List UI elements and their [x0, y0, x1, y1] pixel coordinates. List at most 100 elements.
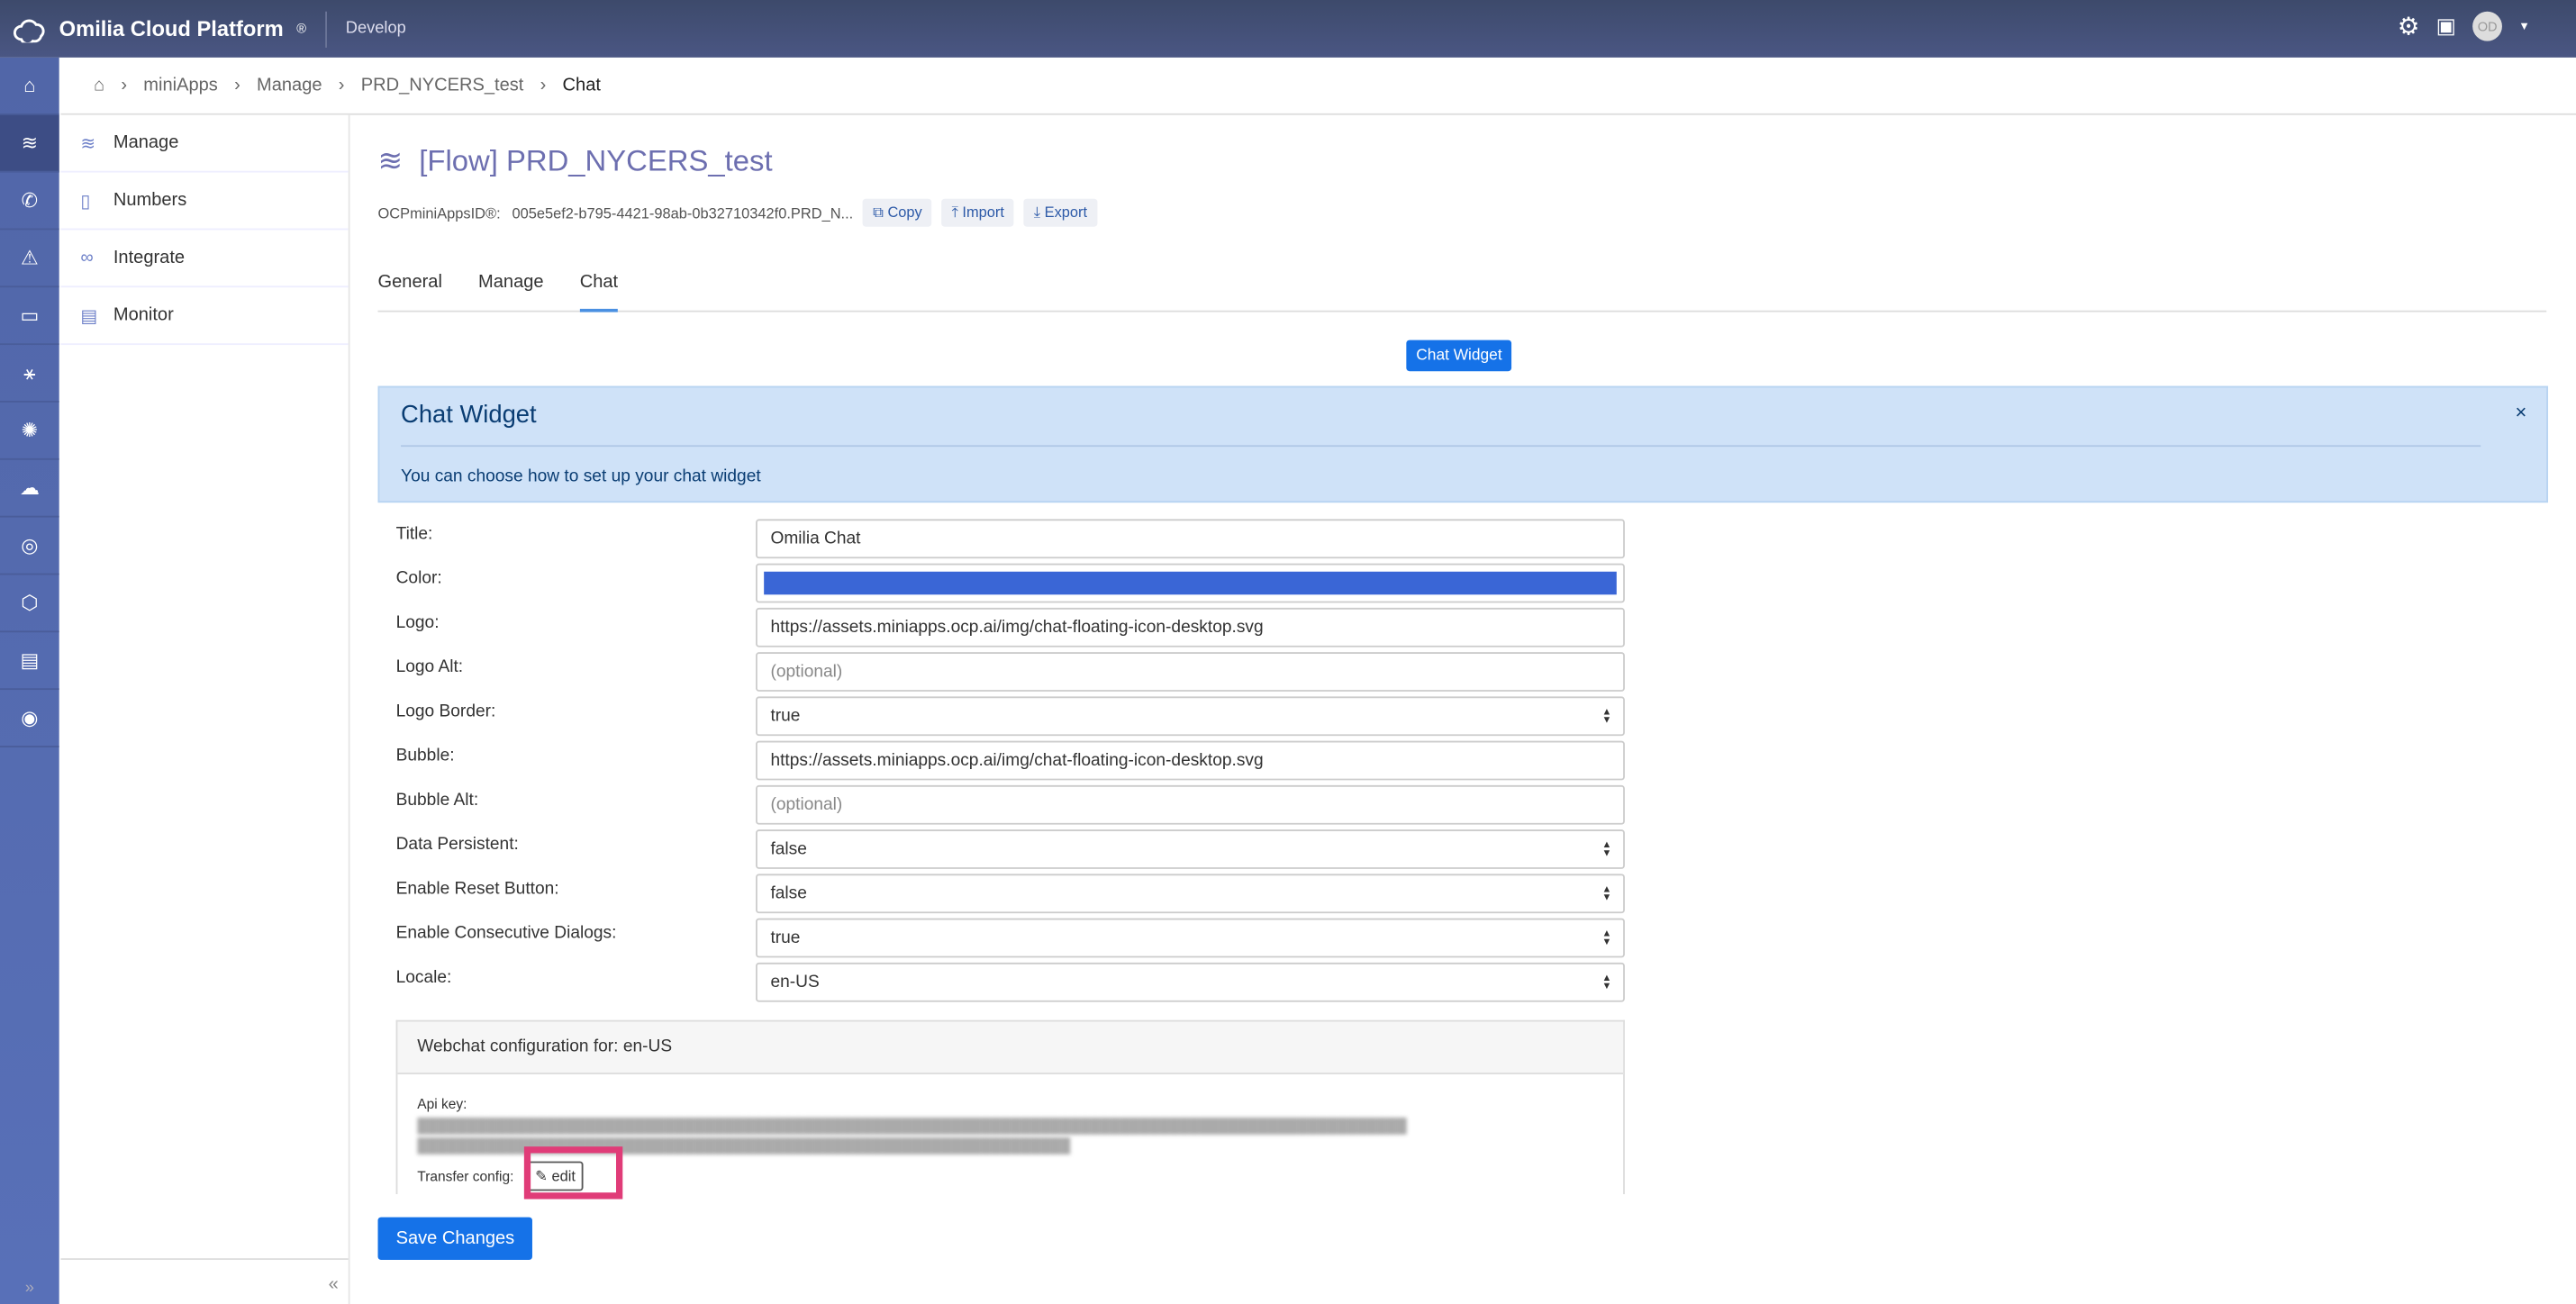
select-field[interactable]: false ▲ ▼ [756, 829, 1625, 869]
select-value: true [770, 706, 801, 727]
field-label: Bubble Alt: [395, 790, 479, 810]
breadcrumb-app[interactable]: PRD_NYCERS_test [361, 76, 524, 95]
select-arrows-icon: ▲ ▼ [1601, 885, 1612, 904]
tab-manage[interactable]: Manage [478, 269, 544, 311]
sidebar-label: Integrate [113, 248, 186, 268]
copy-label: Copy [887, 204, 922, 221]
help-wheel-icon[interactable]: ⚙ [2398, 12, 2420, 41]
rail-support-icon[interactable]: ◉ [0, 690, 59, 747]
api-key-label: Api key: [417, 1095, 467, 1112]
chevron-down-icon[interactable]: ▼ [2518, 21, 2530, 32]
rail-ideas-icon[interactable]: ✺ [0, 403, 59, 460]
app-id-label: OCPminiAppsID®: [377, 204, 501, 222]
color-field[interactable] [756, 563, 1625, 603]
collapse-sidebar-icon[interactable]: « [60, 1258, 349, 1304]
form-row: Logo Border: true ▲ ▼ [395, 696, 1625, 737]
export-label: Export [1044, 204, 1088, 221]
select-value: true [770, 928, 801, 948]
text-input[interactable]: Omilia Chat [756, 519, 1625, 559]
divider [401, 445, 2481, 448]
select-field[interactable]: true ▲ ▼ [756, 696, 1625, 737]
text-input[interactable]: https://assets.miniapps.ocp.ai/img/chat-… [756, 607, 1625, 647]
registered-mark: ® [296, 21, 307, 37]
home-icon[interactable]: ⌂ [94, 76, 104, 95]
layers-icon: ≋ [80, 133, 96, 154]
select-value: en-US [770, 972, 820, 992]
form-row: Enable Consecutive Dialogs: true ▲ ▼ [395, 918, 1625, 958]
icon-rail: ⌂ ≋ ✆ ⚠ ▭ ⚹ ✺ ☁ ◎ ⬡ ▤ ◉ » [0, 57, 59, 1304]
rail-security-icon[interactable]: ⬡ [0, 575, 59, 633]
tab-chat[interactable]: Chat [579, 269, 619, 312]
rail-home-icon[interactable]: ⌂ [0, 58, 59, 115]
rail-deploy-icon[interactable]: ⚠ [0, 230, 59, 288]
select-value: false [770, 883, 807, 904]
highlight-annotation [523, 1146, 623, 1200]
page-title-text: [Flow] PRD_NYCERS_test [419, 144, 773, 177]
tabs: General Manage Chat [377, 269, 2547, 312]
form-row: Logo Alt: (optional) [396, 652, 1625, 692]
tab-general[interactable]: General [378, 269, 442, 311]
layers-icon: ≋ [377, 144, 404, 177]
export-button[interactable]: ⤓ Export [1023, 198, 1098, 227]
avatar[interactable]: OD [2472, 11, 2503, 41]
close-icon[interactable]: × [2516, 401, 2527, 424]
select-arrows-icon: ▲ ▼ [1601, 929, 1612, 948]
settings-window-icon[interactable]: ▣ [2436, 14, 2456, 40]
api-key-redacted: ████████████████████████████████████████… [417, 1116, 1407, 1133]
alert-title: Chat Widget [401, 401, 537, 430]
environment-label: Develop [345, 19, 406, 38]
field-label: Color: [395, 568, 442, 588]
save-changes-button[interactable]: Save Changes [377, 1217, 533, 1261]
form-row: Bubble Alt: (optional) [395, 784, 1625, 825]
expand-icon[interactable]: » [0, 1280, 59, 1298]
rail-monitor-icon[interactable]: ▭ [0, 287, 59, 346]
optional-input[interactable]: (optional) [756, 784, 1625, 825]
brand-logo[interactable]: Omilia Cloud Platform ® [14, 15, 307, 42]
sidebar-item-integrate[interactable]: ∞ Integrate [60, 230, 349, 288]
field-label: Logo Border: [395, 701, 496, 721]
rail-network-icon[interactable]: ⚹ [0, 345, 59, 403]
select-field[interactable]: false ▲ ▼ [756, 874, 1625, 914]
field-label: Locale: [395, 967, 452, 988]
rail-manage-icon[interactable]: ≋ [0, 114, 59, 173]
field-label: Bubble: [395, 746, 455, 765]
sidebar-label: Monitor [113, 305, 174, 326]
rail-users-icon[interactable]: ◎ [0, 518, 59, 575]
sidebar-item-monitor[interactable]: ▤ Monitor [60, 287, 349, 346]
sidebar-label: Manage [113, 132, 179, 153]
field-label: Title: [395, 523, 433, 544]
field-label: Enable Consecutive Dialogs: [395, 923, 617, 943]
brand-name: Omilia Cloud Platform [59, 16, 284, 41]
form-row: Enable Reset Button: false ▲ ▼ [395, 874, 1625, 914]
select-field[interactable]: en-US ▲ ▼ [756, 962, 1625, 1002]
field-label: Data Persistent: [395, 834, 519, 855]
sidebar-label: Numbers [113, 190, 187, 211]
text-input[interactable]: https://assets.miniapps.ocp.ai/img/chat-… [756, 740, 1625, 781]
select-arrows-icon: ▲ ▼ [1601, 708, 1612, 727]
breadcrumb-manage[interactable]: Manage [257, 76, 322, 95]
breadcrumb-miniapps[interactable]: miniApps [143, 76, 218, 95]
chat-widget-button[interactable]: Chat Widget [1406, 340, 1512, 372]
top-bar: Omilia Cloud Platform ® Develop ⚙ ▣ OD ▼ [0, 0, 2576, 58]
rail-numbers-icon[interactable]: ✆ [0, 173, 59, 231]
rail-billing-icon[interactable]: ▤ [0, 632, 59, 691]
copy-button[interactable]: ⧉ Copy [863, 198, 932, 227]
link-icon: ∞ [80, 248, 94, 268]
transfer-config-label: Transfer config: [417, 1166, 514, 1184]
form-row: Logo: https://assets.miniapps.ocp.ai/img/… [396, 607, 1625, 647]
breadcrumb: ⌂ › miniApps › Manage › PRD_NYCERS_test › Ch… [60, 58, 2576, 115]
sidebar-item-numbers[interactable]: ▯ Numbers [60, 173, 349, 231]
select-value: false [770, 839, 807, 859]
main-content: ≋ [Flow] PRD_NYCERS_test OCPminiAppsID®: … [351, 115, 2576, 1304]
sidebar-item-manage[interactable]: ≋ Manage [60, 115, 349, 173]
chat-widget-alert: Chat Widget You can choose how to set up… [377, 385, 2549, 503]
import-button[interactable]: ⤒ Import [941, 198, 1014, 227]
field-label: Enable Reset Button: [395, 878, 559, 899]
breadcrumb-current: Chat [562, 75, 601, 95]
optional-input[interactable]: (optional) [756, 652, 1625, 692]
select-field[interactable]: true ▲ ▼ [756, 918, 1625, 958]
phone-icon: ▯ [80, 191, 91, 212]
app-id-row: OCPminiAppsID®: 005e5ef2-b795-4421-98ab-… [377, 198, 1098, 227]
rail-cloud-icon[interactable]: ☁ [0, 460, 59, 518]
monitor-icon: ▤ [80, 306, 98, 327]
